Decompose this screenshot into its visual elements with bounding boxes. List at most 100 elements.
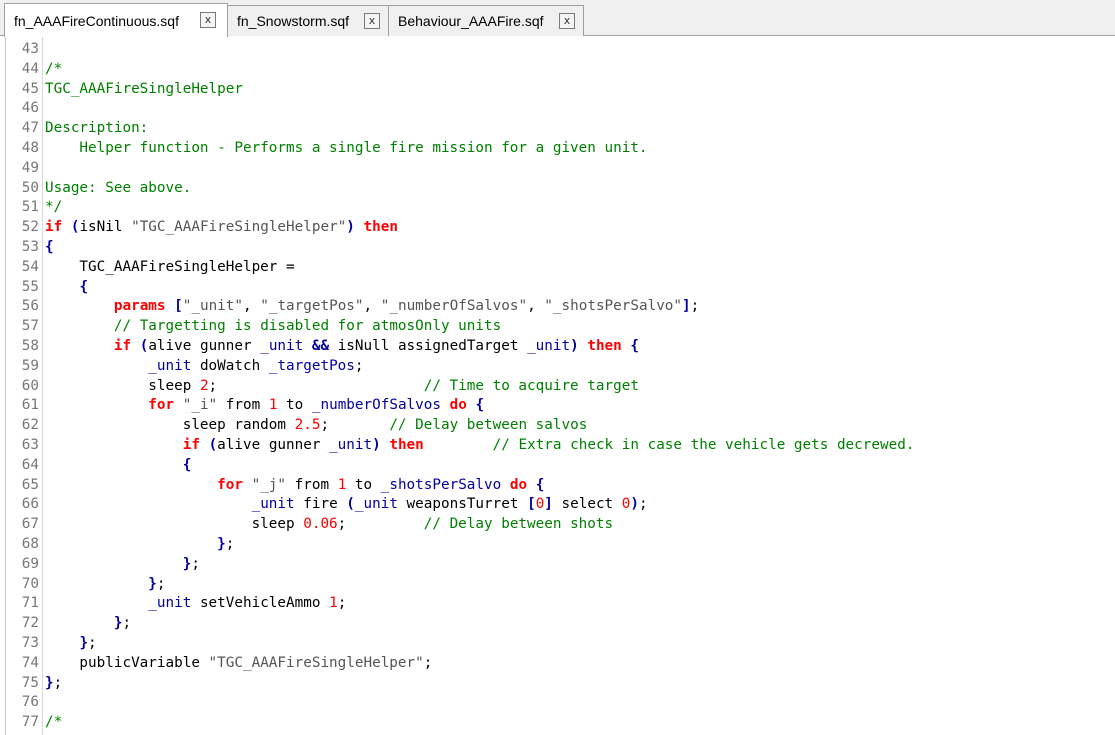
line-number: 49 <box>21 159 39 176</box>
tab-fn-aaafirecontinuous[interactable]: fn_AAAFireContinuous.sqf x <box>4 3 228 37</box>
code-line[interactable]: 64 { <box>0 456 1115 476</box>
code-line[interactable]: 61 for "_i" from 1 to _numberOfSalvos do… <box>0 396 1115 416</box>
code-token: for <box>217 476 243 493</box>
line-number: 73 <box>21 635 39 651</box>
line-number: 75 <box>21 674 39 691</box>
code-token: 1 <box>337 476 347 493</box>
code-line[interactable]: 52 if (isNil "TGC_AAAFireSingleHelper") t… <box>0 218 1115 238</box>
code-line[interactable]: 53 { <box>0 238 1115 258</box>
code-token: ( <box>346 496 355 513</box>
close-tab-icon[interactable]: x <box>200 12 216 28</box>
code-token: publicVariable <box>45 654 209 671</box>
tab-label: fn_Snowstorm.sqf <box>237 13 350 29</box>
code-line[interactable]: 44 /* <box>0 60 1115 80</box>
code-line[interactable]: 47 Description: <box>0 119 1115 139</box>
code-token: TGC_AAAFireSingleHelper <box>45 80 243 97</box>
code-line[interactable]: 56 params ["_unit", "_targetPos", "_numb… <box>0 297 1115 317</box>
code-line[interactable]: 45 TGC_AAAFireSingleHelper <box>0 80 1115 100</box>
code-line[interactable]: 48 Helper function - Performs a single f… <box>0 139 1115 159</box>
code-line[interactable]: 55 { <box>0 278 1115 298</box>
line-number: 77 <box>21 714 39 731</box>
code-text: _unit doWatch _targetPos; <box>45 357 363 377</box>
code-token: [ <box>527 496 536 513</box>
code-line[interactable]: 77 /* <box>0 713 1115 733</box>
code-line[interactable]: 43 <box>0 40 1115 60</box>
code-line[interactable]: 54 TGC_AAAFireSingleHelper = <box>0 258 1115 278</box>
code-token: ; <box>423 654 433 671</box>
code-editor[interactable]: 43 44 /* 45 TGC_AAAFireSingleHelper 46 47 Descr… <box>0 36 1115 735</box>
code-text: Helper function - Performs a single fire… <box>45 139 647 159</box>
line-number: 58 <box>21 338 39 354</box>
code-line[interactable]: 72 }; <box>0 614 1115 634</box>
code-line[interactable]: 74 publicVariable "TGC_AAAFireSingleHelp… <box>0 654 1115 674</box>
code-token: to <box>277 397 312 414</box>
code-line[interactable]: 68 }; <box>0 535 1115 555</box>
code-line[interactable]: 63 if (alive gunner _unit) then // Extra… <box>0 436 1115 456</box>
code-line[interactable]: 49 <box>0 159 1115 179</box>
code-line[interactable]: 76 <box>0 693 1115 713</box>
code-token: if <box>45 219 63 236</box>
code-line[interactable]: 46 <box>0 99 1115 119</box>
code-token: params <box>113 298 166 315</box>
code-line[interactable]: 70 }; <box>0 575 1115 595</box>
code-token: ; <box>225 536 235 552</box>
line-number: 61 <box>21 397 39 414</box>
code-text: publicVariable "TGC_AAAFireSingleHelper"… <box>45 654 432 674</box>
code-text: Usage: See above. <box>45 179 191 199</box>
tab-label: Behaviour_AAAFire.sqf <box>398 13 544 29</box>
code-token: , <box>243 298 261 315</box>
tab-behaviour-aaafire[interactable]: Behaviour_AAAFire.sqf x <box>388 5 584 36</box>
code-token: ; <box>191 555 200 572</box>
code-token: Usage: See above. <box>45 179 192 196</box>
code-text: _unit setVehicleAmmo 1; <box>45 594 346 614</box>
code-line[interactable]: 71 _unit setVehicleAmmo 1; <box>0 594 1115 614</box>
code-line[interactable]: 51 */ <box>0 198 1115 218</box>
code-token: alive gunner <box>148 338 261 354</box>
code-line[interactable]: 73 }; <box>0 634 1115 654</box>
code-token: ; <box>639 496 648 513</box>
code-token: isNull assignedTarget <box>329 338 528 354</box>
code-token: // Delay between salvos <box>389 417 588 434</box>
line-number: 65 <box>21 476 39 493</box>
code-token: , <box>363 298 381 315</box>
code-line[interactable]: 57 // Targetting is disabled for atmosOn… <box>0 317 1115 337</box>
close-tab-icon[interactable]: x <box>559 13 575 29</box>
code-token: _unit <box>251 496 295 513</box>
code-line[interactable]: 50 Usage: See above. <box>0 179 1115 199</box>
code-token: weaponsTurret <box>397 496 528 513</box>
code-text: _unit fire (_unit weaponsTurret [0] sele… <box>45 495 648 515</box>
code-token: ( <box>208 437 218 453</box>
code-token: sleep <box>45 516 304 533</box>
code-line[interactable]: 67 sleep 0.06; // Delay between shots <box>0 515 1115 535</box>
code-line[interactable]: 65 for "_j" from 1 to _shotsPerSalvo do … <box>0 476 1115 496</box>
close-tab-icon[interactable]: x <box>364 13 380 29</box>
line-number: 51 <box>21 199 39 216</box>
code-line[interactable]: 75}; <box>0 674 1115 694</box>
code-line[interactable]: 58 if (alive gunner _unit && isNull assi… <box>0 337 1115 357</box>
code-token: if <box>182 437 200 453</box>
code-token: _unit <box>527 338 571 354</box>
tab-fn-snowstorm[interactable]: fn_Snowstorm.sqf x <box>227 5 389 36</box>
code-line[interactable]: 62 sleep random 2.5; // Delay between sa… <box>0 416 1115 436</box>
code-token: } <box>45 674 54 691</box>
line-number: 60 <box>21 377 39 394</box>
code-token: ; <box>320 417 390 434</box>
code-token: ] <box>544 496 553 513</box>
code-line[interactable]: 69 }; <box>0 555 1115 575</box>
code-token: ) <box>372 437 381 453</box>
code-line[interactable]: 59 _unit doWatch _targetPos; <box>0 357 1115 377</box>
code-token: select <box>552 496 622 513</box>
code-token: // Time to acquire target <box>423 377 639 394</box>
code-line[interactable]: 66 _unit fire (_unit weaponsTurret [0] s… <box>0 495 1115 515</box>
code-token: 2 <box>199 377 209 394</box>
code-token: ] <box>682 298 691 315</box>
code-line[interactable]: 60 sleep 2; // Time to acquire target <box>0 377 1115 397</box>
